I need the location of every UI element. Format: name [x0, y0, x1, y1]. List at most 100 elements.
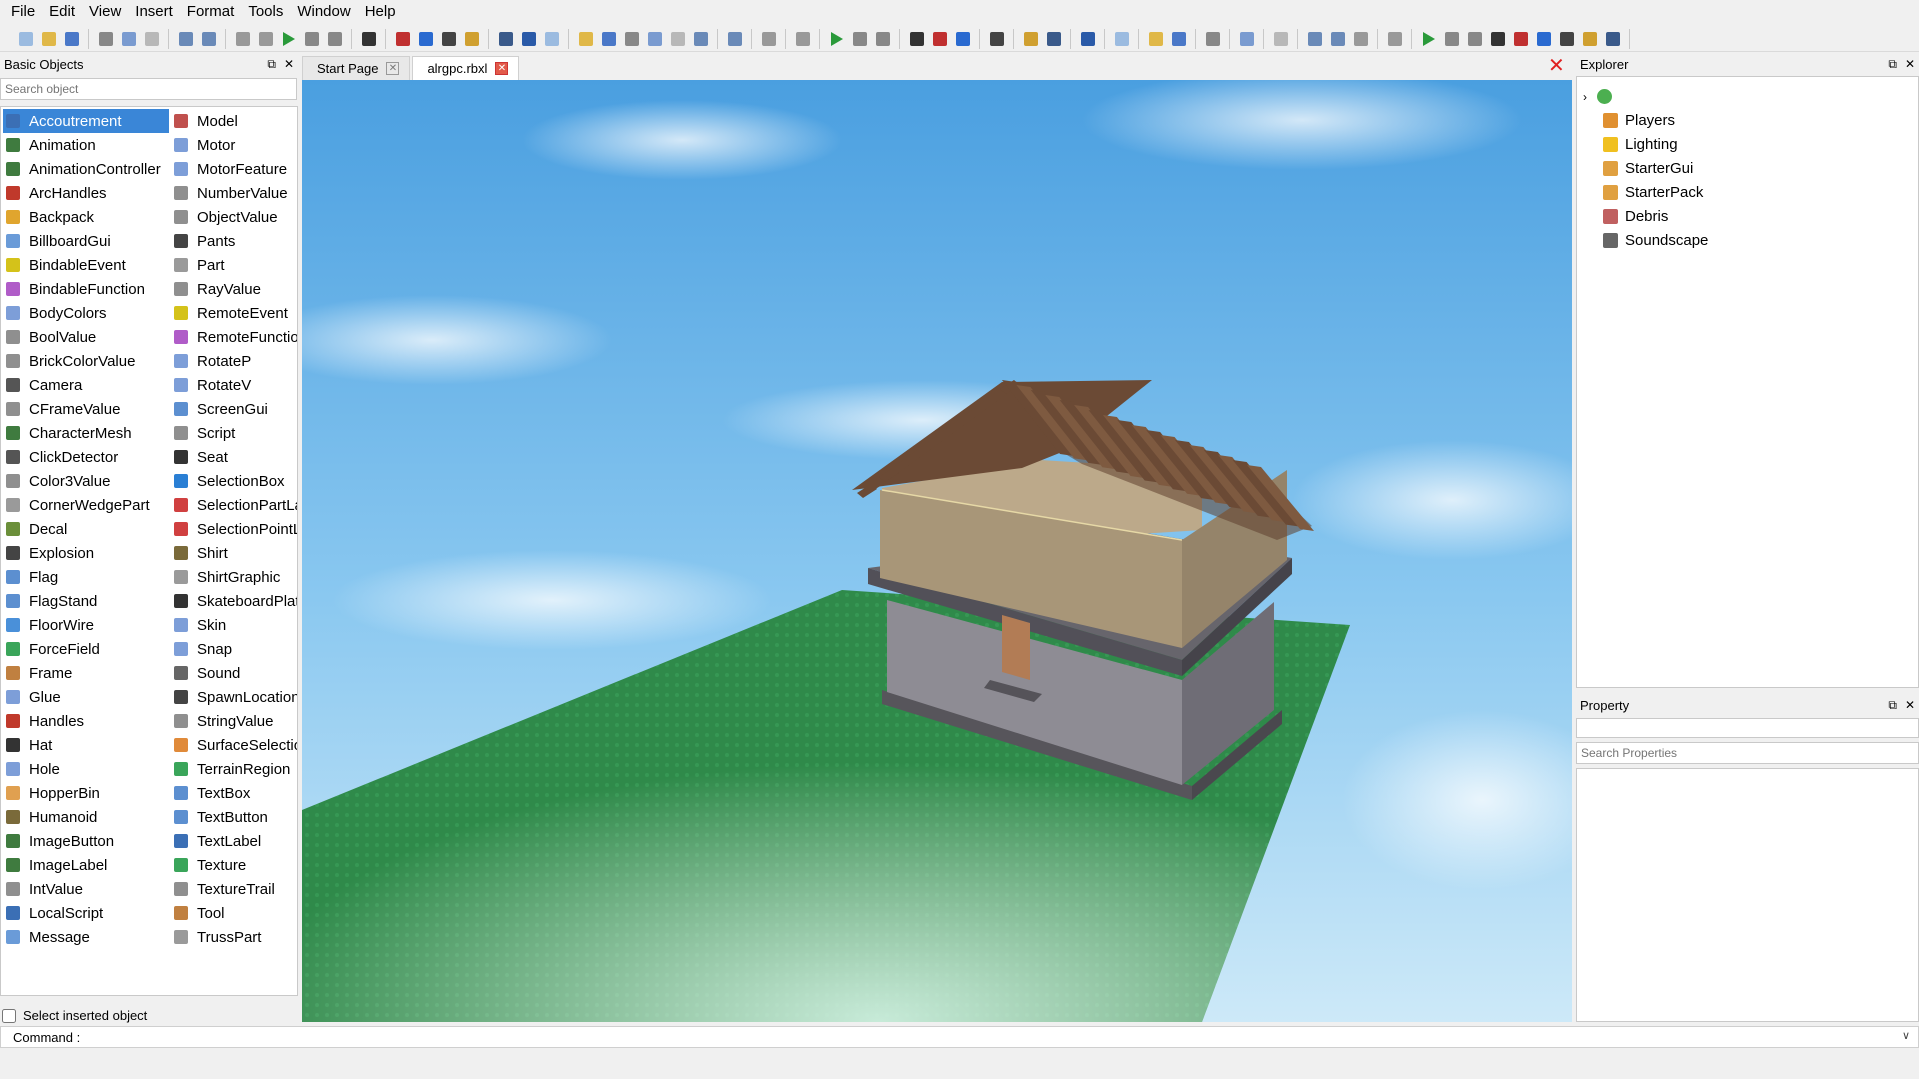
- menu-tools[interactable]: Tools: [241, 0, 290, 24]
- search-properties-input[interactable]: [1576, 742, 1919, 764]
- explorer-item-starterpack[interactable]: StarterPack: [1603, 184, 1703, 201]
- object-item[interactable]: Skin: [171, 613, 297, 637]
- object-item[interactable]: BindableFunction: [3, 277, 169, 301]
- anchor-button[interactable]: [496, 29, 516, 49]
- lock-button[interactable]: [1580, 29, 1600, 49]
- explorer-item-soundscape[interactable]: Soundscape: [1603, 232, 1708, 249]
- paste-button[interactable]: [668, 29, 688, 49]
- pause-button[interactable]: [1442, 29, 1462, 49]
- paste-button[interactable]: [142, 29, 162, 49]
- 3d-viewport[interactable]: [302, 80, 1572, 1022]
- explorer-item-players[interactable]: Players: [1603, 112, 1675, 129]
- menu-format[interactable]: Format: [180, 0, 242, 24]
- select-button[interactable]: [907, 29, 927, 49]
- object-item[interactable]: Explosion: [3, 541, 169, 565]
- object-item[interactable]: Animation: [3, 133, 169, 157]
- menu-view[interactable]: View: [82, 0, 128, 24]
- menu-window[interactable]: Window: [290, 0, 357, 24]
- group-button[interactable]: [233, 29, 253, 49]
- object-item[interactable]: ArcHandles: [3, 181, 169, 205]
- close-document-icon[interactable]: ✕: [1548, 56, 1565, 76]
- object-item[interactable]: RotateP: [171, 349, 297, 373]
- scale-button[interactable]: [1534, 29, 1554, 49]
- pause-button[interactable]: [850, 29, 870, 49]
- object-item[interactable]: MotorFeature: [171, 157, 297, 181]
- object-item[interactable]: SelectionPointL: [171, 517, 297, 541]
- stop-button[interactable]: [873, 29, 893, 49]
- object-item[interactable]: CornerWedgePart: [3, 493, 169, 517]
- object-item[interactable]: IntValue: [3, 877, 169, 901]
- stop-button[interactable]: [1465, 29, 1485, 49]
- object-item[interactable]: RemoteFunctio: [171, 325, 297, 349]
- stop-button[interactable]: [325, 29, 345, 49]
- copy-button[interactable]: [119, 29, 139, 49]
- object-item[interactable]: BillboardGui: [3, 229, 169, 253]
- group-button[interactable]: [759, 29, 779, 49]
- select-button[interactable]: [359, 29, 379, 49]
- object-item[interactable]: Color3Value: [3, 469, 169, 493]
- close-tab-icon[interactable]: ✕: [386, 62, 400, 75]
- object-item[interactable]: Accoutrement: [3, 109, 169, 133]
- chevron-right-icon[interactable]: ›: [1583, 90, 1587, 104]
- object-item[interactable]: Tool: [171, 901, 297, 925]
- object-item[interactable]: SkateboardPlat: [171, 589, 297, 613]
- save-button[interactable]: [1169, 29, 1189, 49]
- cut-button[interactable]: [1203, 29, 1223, 49]
- ungroup-button[interactable]: [256, 29, 276, 49]
- object-item[interactable]: Snap: [171, 637, 297, 661]
- undo-button[interactable]: [176, 29, 196, 49]
- explorer-item-lighting[interactable]: Lighting: [1603, 136, 1678, 153]
- scale-button[interactable]: [416, 29, 436, 49]
- float-panel-icon[interactable]: ⧉: [267, 57, 276, 72]
- object-item[interactable]: Sound: [171, 661, 297, 685]
- object-item[interactable]: Flag: [3, 565, 169, 589]
- object-item[interactable]: SelectionPartLa: [171, 493, 297, 517]
- play-button[interactable]: [827, 29, 847, 49]
- object-item[interactable]: RayValue: [171, 277, 297, 301]
- object-item[interactable]: CFrameValue: [3, 397, 169, 421]
- paint-button[interactable]: [519, 29, 539, 49]
- object-item[interactable]: Glue: [3, 685, 169, 709]
- float-panel-icon[interactable]: ⧉: [1888, 57, 1897, 72]
- ungroup-button[interactable]: [1385, 29, 1405, 49]
- object-item[interactable]: Backpack: [3, 205, 169, 229]
- undo-button[interactable]: [691, 29, 711, 49]
- object-item[interactable]: TextLabel: [171, 829, 297, 853]
- object-item[interactable]: Message: [3, 925, 169, 949]
- object-item[interactable]: TrussPart: [171, 925, 297, 949]
- object-item[interactable]: Motor: [171, 133, 297, 157]
- rotate-button[interactable]: [439, 29, 459, 49]
- object-item[interactable]: BrickColorValue: [3, 349, 169, 373]
- paint-button[interactable]: [1078, 29, 1098, 49]
- new-file-button[interactable]: [16, 29, 36, 49]
- save-button[interactable]: [599, 29, 619, 49]
- play-button[interactable]: [279, 29, 299, 49]
- lock-button[interactable]: [1021, 29, 1041, 49]
- object-item[interactable]: Hole: [3, 757, 169, 781]
- play-button[interactable]: [1419, 29, 1439, 49]
- explorer-item-startergui[interactable]: StarterGui: [1603, 160, 1693, 177]
- tree-root[interactable]: ›: [1583, 89, 1619, 104]
- object-item[interactable]: TerrainRegion: [171, 757, 297, 781]
- paste-button[interactable]: [1271, 29, 1291, 49]
- open-folder-button[interactable]: [576, 29, 596, 49]
- move-button[interactable]: [1511, 29, 1531, 49]
- redo-button[interactable]: [1328, 29, 1348, 49]
- object-item[interactable]: TextBox: [171, 781, 297, 805]
- object-item[interactable]: FloorWire: [3, 613, 169, 637]
- object-item[interactable]: AnimationController: [3, 157, 169, 181]
- object-item[interactable]: BodyColors: [3, 301, 169, 325]
- object-item[interactable]: Hat: [3, 733, 169, 757]
- open-folder-button[interactable]: [39, 29, 59, 49]
- object-item[interactable]: ClickDetector: [3, 445, 169, 469]
- ungroup-button[interactable]: [793, 29, 813, 49]
- move-button[interactable]: [930, 29, 950, 49]
- rotate-button[interactable]: [1557, 29, 1577, 49]
- object-item[interactable]: LocalScript: [3, 901, 169, 925]
- select-inserted-option[interactable]: Select inserted object: [2, 1008, 147, 1023]
- object-item[interactable]: NumberValue: [171, 181, 297, 205]
- object-item[interactable]: FlagStand: [3, 589, 169, 613]
- rotate-button[interactable]: [987, 29, 1007, 49]
- object-item[interactable]: TextButton: [171, 805, 297, 829]
- lock-button[interactable]: [462, 29, 482, 49]
